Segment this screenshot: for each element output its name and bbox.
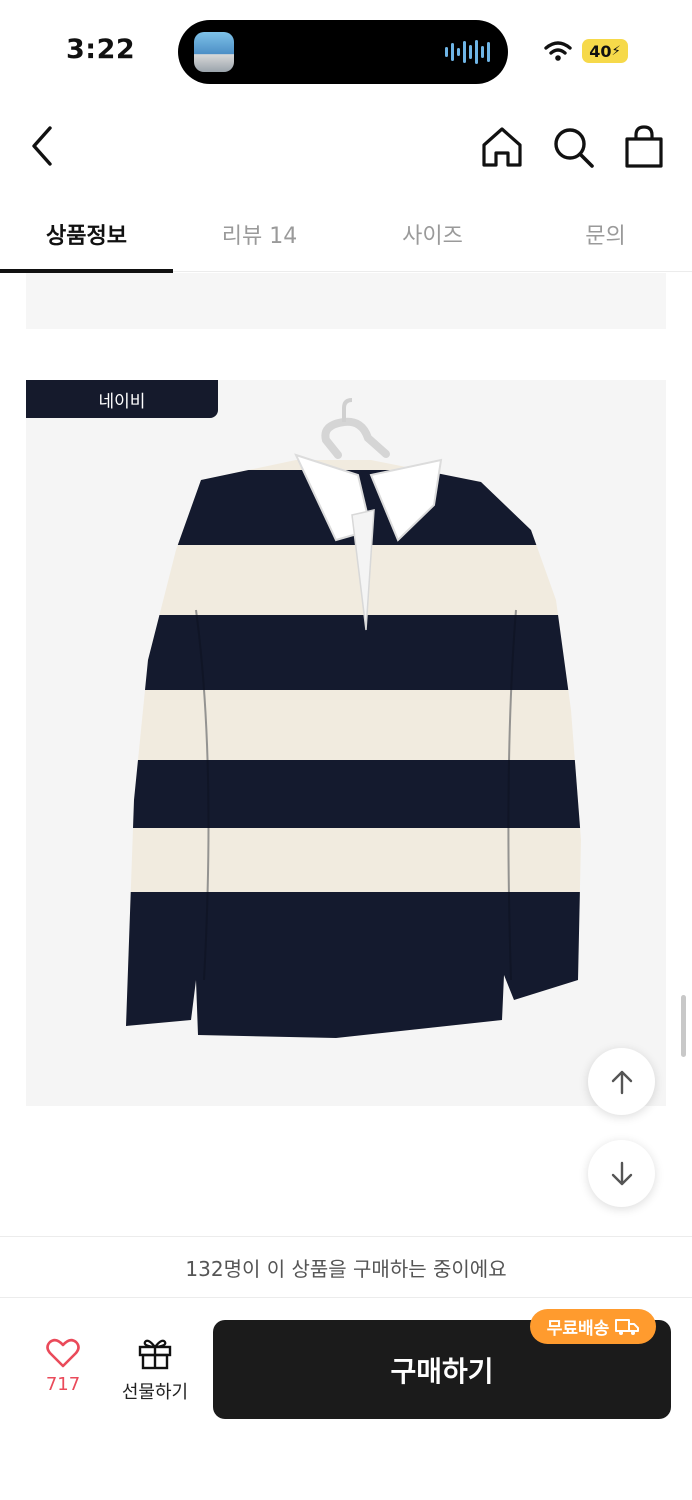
audio-wave-icon [445,40,490,64]
tab-size[interactable]: 사이즈 [346,196,519,272]
arrow-down-icon [611,1161,632,1185]
battery-level: 40 [589,41,612,61]
previous-image-bottom [26,273,666,329]
product-tabs: 상품정보 리뷰 14 사이즈 문의 [0,196,692,273]
tab-reviews[interactable]: 리뷰 14 [173,196,346,272]
striped-rugby-shirt-illustration [126,398,581,1038]
dynamic-island[interactable] [178,20,508,84]
product-image[interactable]: 네이비 [26,380,666,1106]
heart-icon [46,1338,80,1368]
like-count: 717 [45,1374,81,1395]
like-button[interactable]: 717 [28,1338,98,1410]
scroll-down-button[interactable] [588,1140,655,1207]
status-time: 3:22 [66,34,136,65]
gift-label: 선물하기 [121,1382,189,1403]
status-bar: 3:22 40 ⚡ [0,0,692,100]
tab-label: 리뷰 14 [221,224,298,249]
free-shipping-badge: 무료배송 [530,1309,656,1344]
app-thumbnail-icon [194,32,234,72]
tab-label: 문의 [585,224,626,249]
tab-label: 사이즈 [402,224,463,249]
buy-label: 구매하기 [390,1354,494,1388]
arrow-up-icon [611,1070,632,1094]
top-navigation [0,110,692,190]
tab-inquiry[interactable]: 문의 [519,196,692,272]
search-icon[interactable] [550,124,596,170]
gift-button[interactable]: 선물하기 [112,1336,198,1410]
charging-bolt-icon: ⚡ [611,43,621,59]
bottom-action-bar: 717 선물하기 구매하기 무료배송 [0,1298,692,1500]
shopping-bag-icon[interactable] [621,124,667,170]
purchase-notice: 132명이 이 상품을 구매하는 중이에요 [0,1236,692,1298]
tab-product-info[interactable]: 상품정보 [0,196,173,273]
gift-icon [138,1339,172,1370]
scrollbar[interactable] [681,995,686,1057]
battery-indicator: 40 ⚡ [582,39,628,63]
free-shipping-label: 무료배송 [546,1319,610,1339]
home-icon[interactable] [479,124,525,170]
tab-label: 상품정보 [46,224,127,249]
wifi-icon [544,41,572,61]
back-arrow-icon[interactable] [22,122,66,170]
color-label: 네이비 [26,380,218,418]
delivery-truck-icon [615,1318,640,1335]
scroll-up-button[interactable] [588,1048,655,1115]
